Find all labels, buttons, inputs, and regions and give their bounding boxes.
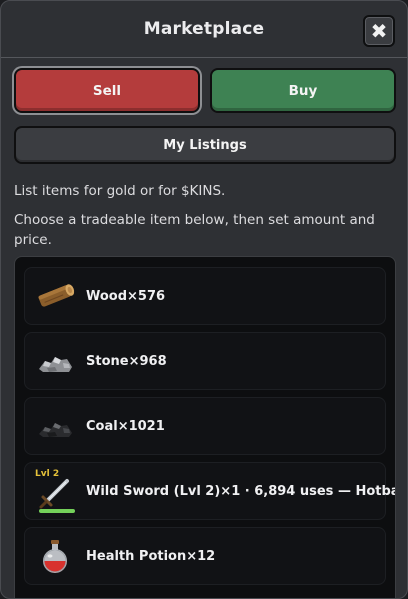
sell-label: Sell (92, 82, 122, 99)
stone-pile-icon (33, 339, 77, 383)
list-item-wild-sword[interactable]: Lvl 2 Wild Sword (Lvl 2)×1 · 6,894 uses … (24, 462, 395, 520)
sword-icon: Lvl 2 (33, 469, 77, 513)
close-button[interactable]: ✖ (363, 15, 395, 47)
list-item-coal[interactable]: Coal×1021 (24, 397, 386, 455)
item-label: Stone×968 (86, 353, 167, 369)
sell-tab-button[interactable]: Sell (14, 68, 200, 113)
instruction-text: Choose a tradeable item below, then set … (14, 212, 375, 248)
item-label: Wild Sword (Lvl 2)×1 · 6,894 uses — Hotb… (86, 483, 396, 499)
close-icon: ✖ (370, 19, 388, 43)
item-label: Wood×576 (86, 288, 166, 304)
item-label: Health Potion×12 (86, 548, 216, 564)
health-potion-icon (33, 534, 77, 578)
level-badge: Lvl 2 (35, 469, 60, 479)
list-item-stone[interactable]: Stone×968 (24, 332, 386, 390)
page-title: Marketplace (143, 19, 265, 39)
item-label: Coal×1021 (86, 418, 165, 434)
coal-pile-icon (33, 404, 77, 448)
panel-header: Marketplace ✖ (1, 1, 407, 58)
description-text: List items for gold or for $KINS. (14, 183, 226, 199)
marketplace-panel: Marketplace ✖ Sell Buy My Listings List … (0, 0, 408, 599)
item-list[interactable]: Wood×576 Stone×968 Coal×1021 Lvl 2 Wild … (14, 256, 396, 598)
list-item-health-potion[interactable]: Health Potion×12 (24, 527, 386, 585)
wood-log-icon (33, 274, 77, 318)
my-listings-button[interactable]: My Listings (14, 126, 396, 164)
list-item-wood[interactable]: Wood×576 (24, 267, 386, 325)
durability-bar (39, 509, 75, 513)
buy-tab-button[interactable]: Buy (210, 68, 396, 113)
buy-label: Buy (288, 82, 318, 99)
my-listings-label: My Listings (163, 137, 247, 153)
